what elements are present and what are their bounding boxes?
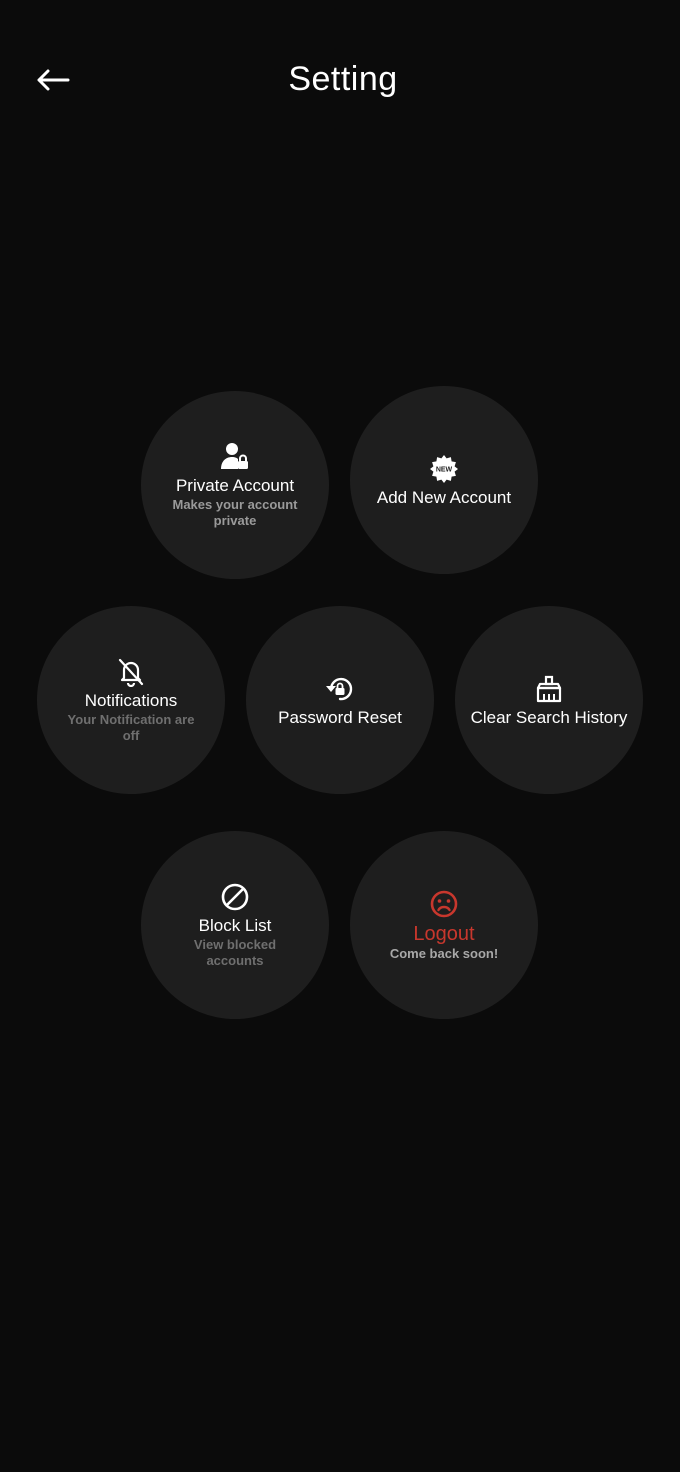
private-account-label: Private Account <box>175 476 295 495</box>
logout-description: Come back soon! <box>389 946 499 961</box>
block-list-description: View blocked accounts <box>193 937 277 968</box>
page-title: Setting <box>288 60 398 98</box>
block-list-label: Block List <box>198 916 272 935</box>
private-account-description: Makes your account private <box>172 497 298 528</box>
bell-off-icon <box>115 656 147 688</box>
logout-label: Logout <box>413 923 475 945</box>
new-badge-text: NEW <box>436 466 453 473</box>
add-new-account-button[interactable]: NEW Add New Account <box>350 386 538 574</box>
block-icon <box>219 881 251 913</box>
lock-reset-icon <box>324 673 356 705</box>
new-badge-icon: NEW <box>428 453 460 485</box>
logout-button[interactable]: Logout Come back soon! <box>350 831 538 1019</box>
user-lock-icon <box>219 441 251 473</box>
header: Setting <box>0 0 680 160</box>
sad-face-icon <box>428 888 460 920</box>
clear-search-history-button[interactable]: Clear Search History <box>455 606 643 794</box>
password-reset-button[interactable]: Password Reset <box>246 606 434 794</box>
notifications-description: Your Notification are off <box>67 712 195 743</box>
block-list-button[interactable]: Block List View blocked accounts <box>141 831 329 1019</box>
notifications-button[interactable]: Notifications Your Notification are off <box>37 606 225 794</box>
password-reset-label: Password Reset <box>278 707 402 727</box>
add-new-account-label: Add New Account <box>376 487 512 507</box>
notifications-label: Notifications <box>84 691 178 710</box>
broom-icon <box>533 673 565 705</box>
clear-search-history-label: Clear Search History <box>470 707 628 727</box>
private-account-button[interactable]: Private Account Makes your account priva… <box>141 391 329 579</box>
